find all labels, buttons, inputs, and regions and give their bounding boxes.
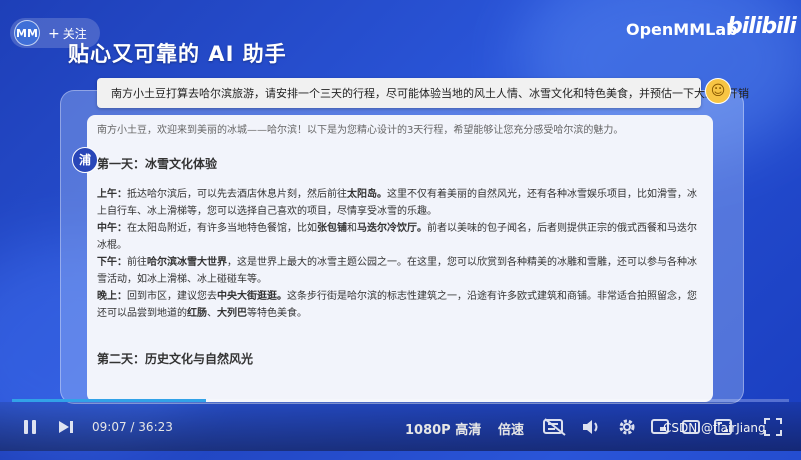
- user-prompt-bubble: 南方小土豆打算去哈尔滨旅游，请安排一个三天的行程，尽可能体验当地的风土人情、冰雪…: [97, 78, 749, 108]
- place-central-street: 中央大街逛逛。: [217, 291, 287, 302]
- quality-button[interactable]: 1080P 高清: [405, 419, 481, 438]
- volume-icon[interactable]: [582, 418, 602, 436]
- player-control-bar: 09:07 / 36:23 1080P 高清 倍速 CSDN @flairJia…: [0, 402, 801, 451]
- time-separator: /: [130, 420, 135, 434]
- bilibili-logo: bilibili: [727, 14, 797, 39]
- assistant-answer-card: 南方小土豆，欢迎来到美丽的冰城——哈尔滨！以下是为您精心设计的3天行程，希望能够…: [87, 115, 713, 402]
- morning-text: 抵达哈尔滨后，可以先去酒店休息片刻，然后前往: [127, 189, 347, 200]
- evening-sep: 、: [207, 308, 217, 319]
- csdn-watermark: CSDN @flairJiang: [663, 421, 766, 435]
- morning-label: 上午：: [97, 189, 127, 200]
- assistant-avatar: 浦: [72, 147, 98, 173]
- place-ice-snow-world: 哈尔滨冰雪大世界: [147, 257, 227, 268]
- food-dalieba: 大列巴: [217, 308, 247, 319]
- user-avatar-smile-icon: ☺: [705, 78, 731, 104]
- day1-heading: 第一天：冰雪文化体验: [97, 157, 218, 171]
- evening-label: 晚上：: [97, 291, 127, 302]
- evening-paragraph: 晚上：回到市区，建议您去中央大街逛逛。这条步行街是哈尔滨的标志性建筑之一，沿途有…: [97, 288, 697, 322]
- noon-text-and: 和: [347, 223, 357, 234]
- video-slide-title: 贴心又可靠的 AI 助手: [68, 42, 287, 66]
- morning-paragraph: 上午：抵达哈尔滨后，可以先去酒店休息片刻，然后前往太阳岛。这里不仅有着美丽的自然…: [97, 186, 697, 220]
- food-red-sausage: 红肠: [187, 308, 207, 319]
- brand-watermark: OpenMMLab: [626, 20, 738, 39]
- uploader-avatar[interactable]: MM: [14, 20, 40, 46]
- evening-text: 回到市区，建议您去: [127, 291, 217, 302]
- next-icon[interactable]: [58, 420, 74, 434]
- total-time: 36:23: [138, 420, 173, 434]
- afternoon-label: 下午：: [97, 257, 127, 268]
- playback-time: 09:07 / 36:23: [92, 420, 173, 434]
- day2-heading: 第二天：历史文化与自然风光: [97, 352, 254, 366]
- noon-label: 中午：: [97, 223, 127, 234]
- user-prompt-text: 南方小土豆打算去哈尔滨旅游，请安排一个三天的行程，尽可能体验当地的风土人情、冰雪…: [111, 87, 749, 100]
- restaurant-modern: 马迭尔冷饮厅。: [357, 223, 427, 234]
- fullscreen-icon[interactable]: [764, 418, 782, 436]
- speed-button[interactable]: 倍速: [498, 419, 524, 438]
- danmaku-off-icon[interactable]: [543, 418, 567, 436]
- afternoon-text: 前往: [127, 257, 147, 268]
- noon-text: 在太阳岛附近，有许多当地特色餐馆，比如: [127, 223, 317, 234]
- noon-paragraph: 中午：在太阳岛附近，有许多当地特色餐馆，比如张包铺和马迭尔冷饮厅。前者以美味的包…: [97, 220, 697, 254]
- restaurant-zhangbaopu: 张包铺: [317, 223, 347, 234]
- place-sun-island: 太阳岛。: [347, 189, 387, 200]
- evening-text-rest: 等特色美食。: [247, 308, 307, 319]
- afternoon-paragraph: 下午：前往哈尔滨冰雪大世界，这是世界上最大的冰雪主题公园之一。在这里，您可以欣赏…: [97, 254, 697, 288]
- pause-icon[interactable]: [22, 419, 38, 435]
- plus-icon: +: [48, 25, 60, 42]
- answer-intro: 南方小土豆，欢迎来到美丽的冰城——哈尔滨！以下是为您精心设计的3天行程，希望能够…: [97, 125, 624, 136]
- settings-icon[interactable]: [617, 417, 637, 437]
- current-time: 09:07: [92, 420, 127, 434]
